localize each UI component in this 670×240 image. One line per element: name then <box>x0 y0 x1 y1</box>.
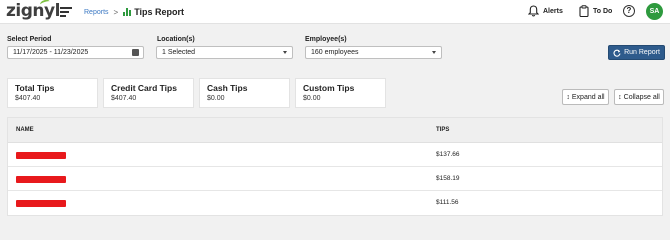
expand-all-label: Expand all <box>571 93 605 101</box>
summary-card-cash: Cash Tips $0.00 <box>199 78 290 108</box>
refresh-icon <box>613 49 621 57</box>
tips-cell: $137.66 <box>436 151 460 158</box>
redacted-name <box>16 200 66 207</box>
card-value: $0.00 <box>303 95 321 102</box>
table-header: NAME TIPS <box>8 118 662 143</box>
breadcrumb-separator: > <box>113 7 119 17</box>
bell-icon <box>528 5 539 17</box>
card-value: $0.00 <box>207 95 225 102</box>
card-title: Total Tips <box>15 83 55 93</box>
bar-chart-icon <box>123 8 132 16</box>
run-report-label: Run Report <box>624 49 660 56</box>
alerts-button[interactable]: Alerts <box>528 5 563 17</box>
page-title: Tips Report <box>134 7 185 17</box>
help-icon[interactable]: ? <box>623 5 635 17</box>
employee-label: Employee(s) <box>305 36 347 43</box>
employee-select[interactable]: 160 employees <box>305 46 442 59</box>
chevron-down-icon <box>283 51 287 54</box>
table-row[interactable]: $111.56 <box>8 191 662 215</box>
collapse-arrows-icon: ↕ <box>618 93 622 101</box>
menu-icon[interactable] <box>60 6 72 17</box>
tips-table: NAME TIPS $137.66 $158.19 $111.56 <box>7 117 663 216</box>
expand-arrows-icon: ↕ <box>566 93 570 101</box>
tips-cell: $158.19 <box>436 175 460 182</box>
card-title: Credit Card Tips <box>111 83 177 93</box>
card-title: Custom Tips <box>303 83 355 93</box>
calendar-icon <box>132 49 139 56</box>
card-value: $407.40 <box>15 95 41 102</box>
chevron-down-icon <box>432 51 436 54</box>
todo-button[interactable]: To Do <box>579 5 612 17</box>
column-header-tips[interactable]: TIPS <box>436 127 449 133</box>
breadcrumb: Reports > Tips Report <box>84 7 184 17</box>
employee-value: 160 employees <box>311 49 359 56</box>
avatar[interactable]: SA <box>646 3 663 20</box>
period-label: Select Period <box>7 36 52 43</box>
tips-cell: $111.56 <box>436 199 459 206</box>
top-bar: zignyl Reports > Tips Report Alerts To D… <box>0 0 670 24</box>
run-report-button[interactable]: Run Report <box>608 45 665 60</box>
logo[interactable]: zignyl <box>6 0 60 21</box>
location-label: Location(s) <box>157 36 195 43</box>
expand-all-button[interactable]: ↕ Expand all <box>562 89 609 105</box>
period-value: 11/17/2025 - 11/23/2025 <box>13 49 89 56</box>
card-value: $407.40 <box>111 95 137 102</box>
todo-label: To Do <box>593 7 613 15</box>
collapse-all-button[interactable]: ↕ Collapse all <box>614 89 664 105</box>
logo-text: zignyl <box>6 1 60 21</box>
summary-card-custom: Custom Tips $0.00 <box>295 78 386 108</box>
table-row[interactable]: $137.66 <box>8 143 662 167</box>
column-header-name[interactable]: NAME <box>16 127 34 133</box>
period-picker[interactable]: 11/17/2025 - 11/23/2025 <box>7 46 144 59</box>
clipboard-icon <box>579 5 589 17</box>
redacted-name <box>16 176 66 183</box>
breadcrumb-reports-link[interactable]: Reports <box>84 9 109 16</box>
alerts-label: Alerts <box>543 7 563 15</box>
table-row[interactable]: $158.19 <box>8 167 662 191</box>
location-select[interactable]: 1 Selected <box>156 46 293 59</box>
summary-card-total: Total Tips $407.40 <box>7 78 98 108</box>
summary-card-credit: Credit Card Tips $407.40 <box>103 78 194 108</box>
collapse-all-label: Collapse all <box>623 93 660 101</box>
page-title-wrap: Tips Report <box>123 7 184 17</box>
card-title: Cash Tips <box>207 83 248 93</box>
redacted-name <box>16 152 66 159</box>
location-value: 1 Selected <box>162 49 196 56</box>
